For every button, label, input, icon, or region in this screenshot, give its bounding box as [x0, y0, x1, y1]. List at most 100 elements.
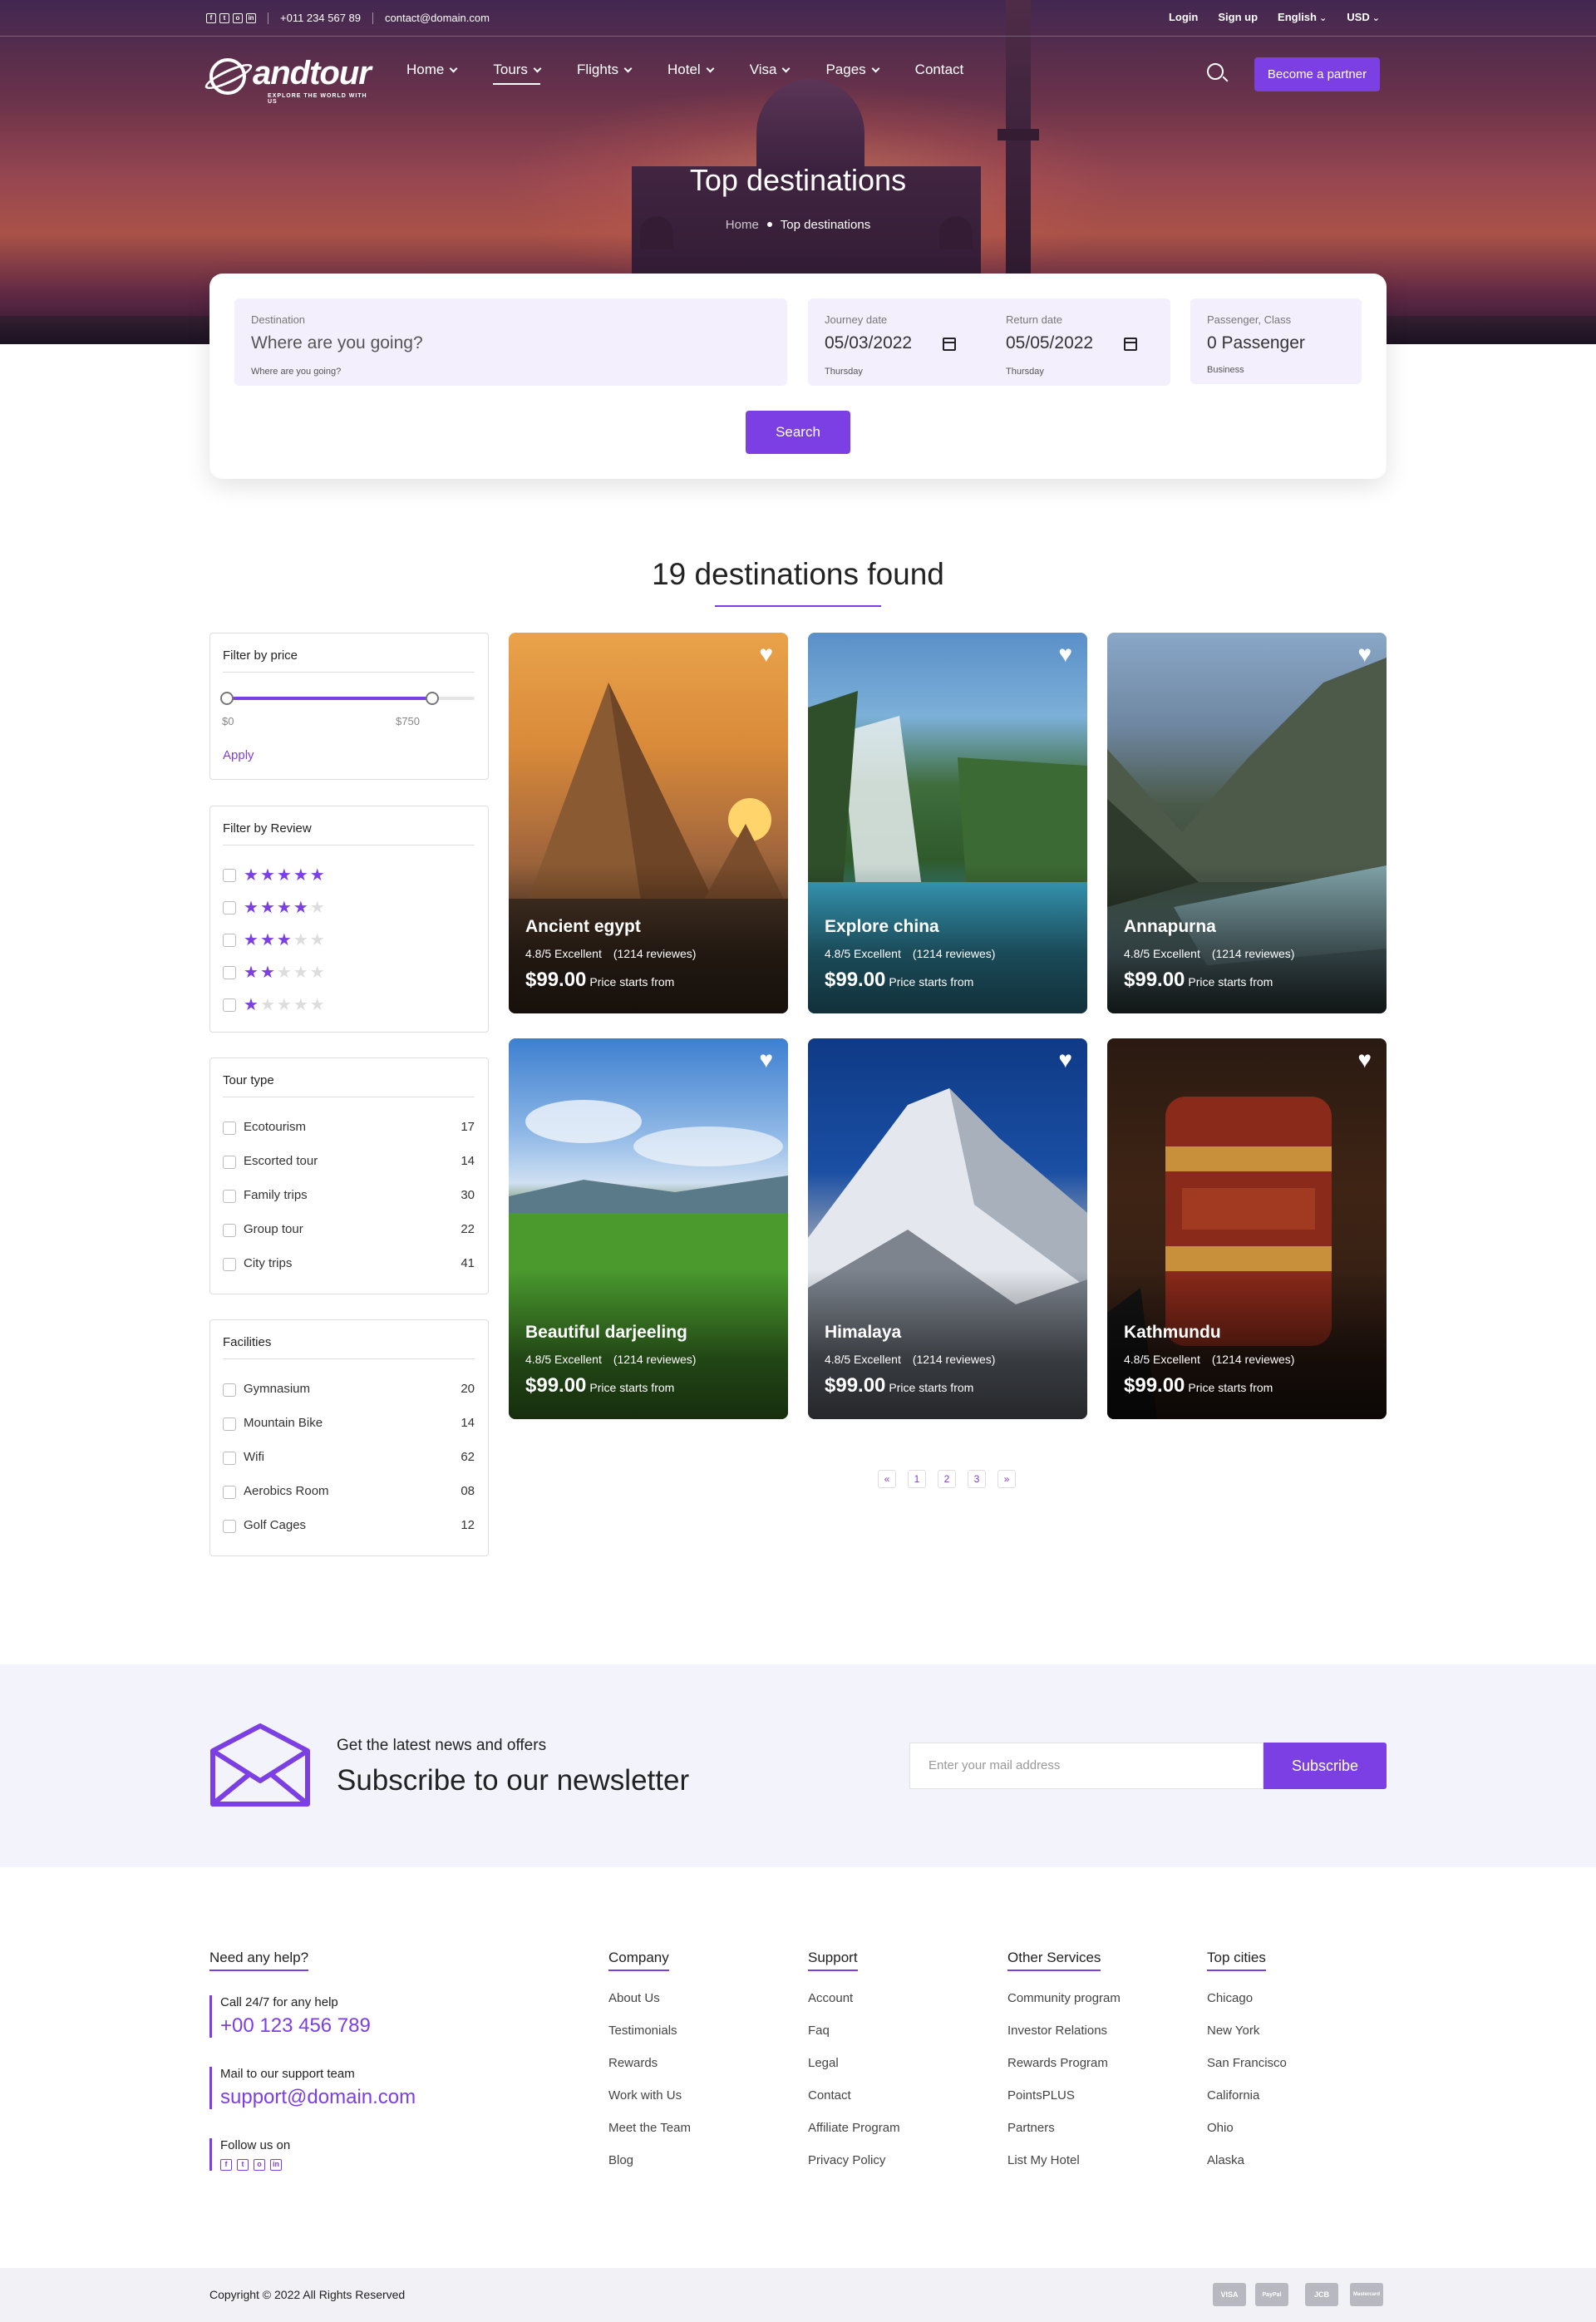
- tour-type-checkbox[interactable]: [223, 1156, 236, 1169]
- search-button[interactable]: Search: [746, 411, 850, 454]
- footer-link[interactable]: Community program: [1007, 1991, 1121, 2005]
- nav-hotel[interactable]: Hotel: [667, 62, 713, 85]
- breadcrumb-current: Top destinations: [780, 218, 871, 232]
- heart-icon[interactable]: ♥: [1357, 643, 1372, 666]
- destination-card[interactable]: ♥ Kathmundu 4.8/5 Excellent (1214 reviewe…: [1107, 1038, 1387, 1419]
- become-partner-button[interactable]: Become a partner: [1254, 57, 1380, 91]
- footer-link[interactable]: PointsPLUS: [1007, 2088, 1075, 2103]
- breadcrumb-home[interactable]: Home: [726, 218, 759, 232]
- footer-link[interactable]: Work with Us: [608, 2088, 682, 2103]
- page-2-button[interactable]: 2: [938, 1470, 956, 1488]
- nav-flights[interactable]: Flights: [577, 62, 631, 85]
- divider: [223, 672, 475, 673]
- currency-select[interactable]: USD: [1347, 11, 1380, 23]
- footer-link[interactable]: Ohio: [1207, 2121, 1234, 2135]
- nav-contact[interactable]: Contact: [915, 62, 964, 85]
- calendar-icon[interactable]: [943, 338, 956, 351]
- footer-link[interactable]: Chicago: [1207, 1991, 1253, 2005]
- review-checkbox[interactable]: [223, 966, 236, 979]
- footer-link[interactable]: Meet the Team: [608, 2121, 691, 2135]
- footer-link[interactable]: San Francisco: [1207, 2056, 1287, 2070]
- footer-link[interactable]: Testimonials: [608, 2024, 677, 2038]
- facebook-icon[interactable]: f: [206, 12, 216, 23]
- signup-link[interactable]: Sign up: [1218, 11, 1258, 23]
- topbar-email[interactable]: contact@domain.com: [385, 12, 490, 24]
- footer-link[interactable]: Account: [808, 1991, 853, 2005]
- help-phone[interactable]: +00 123 456 789: [220, 2014, 371, 2038]
- footer-column-title: Support: [808, 1950, 858, 1971]
- footer-link[interactable]: Privacy Policy: [808, 2153, 885, 2167]
- review-checkbox[interactable]: [223, 901, 236, 915]
- return-date-input[interactable]: 05/05/2022: [1006, 333, 1093, 353]
- subscribe-button[interactable]: Subscribe: [1264, 1743, 1387, 1789]
- destination-input[interactable]: Where are you going?: [251, 333, 423, 353]
- language-select[interactable]: English: [1278, 11, 1327, 23]
- passenger-input[interactable]: 0 Passenger: [1207, 333, 1305, 353]
- calendar-icon[interactable]: [1124, 338, 1137, 351]
- nav-tours[interactable]: Tours: [493, 62, 540, 85]
- price-slider-max-handle[interactable]: [426, 692, 440, 705]
- search-icon[interactable]: [1207, 63, 1224, 80]
- heart-icon[interactable]: ♥: [1058, 1048, 1072, 1072]
- footer-link[interactable]: Investor Relations: [1007, 2024, 1107, 2038]
- topbar-phone[interactable]: +011 234 567 89: [280, 12, 361, 24]
- review-checkbox[interactable]: [223, 934, 236, 947]
- price-slider-min-handle[interactable]: [220, 692, 234, 705]
- review-checkbox[interactable]: [223, 869, 236, 882]
- page-next-button[interactable]: »: [998, 1470, 1016, 1488]
- heart-icon[interactable]: ♥: [1058, 643, 1072, 666]
- passenger-field[interactable]: Passenger, Class 0 Passenger Business: [1190, 298, 1362, 384]
- destination-card[interactable]: ♥ Annapurna 4.8/5 Excellent (1214 reviewe…: [1107, 633, 1387, 1013]
- heart-icon[interactable]: ♥: [759, 1048, 773, 1072]
- facebook-icon[interactable]: f: [220, 2159, 232, 2171]
- facility-checkbox[interactable]: [223, 1417, 236, 1431]
- linkedin-icon[interactable]: in: [270, 2159, 282, 2171]
- footer-link[interactable]: Rewards: [608, 2056, 658, 2070]
- footer-link[interactable]: Rewards Program: [1007, 2056, 1108, 2070]
- nav-home[interactable]: Home: [406, 62, 456, 85]
- facility-checkbox[interactable]: [223, 1520, 236, 1533]
- page-3-button[interactable]: 3: [968, 1470, 986, 1488]
- help-email[interactable]: support@domain.com: [220, 2086, 416, 2109]
- footer-link[interactable]: Legal: [808, 2056, 839, 2070]
- apply-price-button[interactable]: Apply: [223, 748, 254, 762]
- instagram-icon[interactable]: o: [233, 12, 243, 23]
- footer-link[interactable]: Faq: [808, 2024, 830, 2038]
- destination-field[interactable]: Destination Where are you going? Where a…: [234, 298, 787, 386]
- destination-card[interactable]: ♥ Himalaya 4.8/5 Excellent (1214 reviewes…: [808, 1038, 1087, 1419]
- tour-type-checkbox[interactable]: [223, 1224, 236, 1237]
- login-link[interactable]: Login: [1169, 11, 1198, 23]
- facility-checkbox[interactable]: [223, 1486, 236, 1499]
- destination-card[interactable]: ♥ Beautiful darjeeling 4.8/5 Excellent (1…: [509, 1038, 788, 1419]
- page-prev-button[interactable]: «: [878, 1470, 896, 1488]
- heart-icon[interactable]: ♥: [1357, 1048, 1372, 1072]
- journey-date-input[interactable]: 05/03/2022: [825, 333, 912, 353]
- tour-type-checkbox[interactable]: [223, 1190, 236, 1203]
- heart-icon[interactable]: ♥: [759, 643, 773, 666]
- footer-link[interactable]: Alaska: [1207, 2153, 1244, 2167]
- facility-checkbox[interactable]: [223, 1383, 236, 1397]
- twitter-icon[interactable]: t: [237, 2159, 249, 2171]
- tour-type-checkbox[interactable]: [223, 1122, 236, 1135]
- footer-link[interactable]: Contact: [808, 2088, 851, 2103]
- newsletter-email-input[interactable]: Enter your mail address: [909, 1743, 1264, 1789]
- destination-card[interactable]: ♥ Explore china 4.8/5 Excellent (1214 rev…: [808, 633, 1087, 1013]
- brand-logo[interactable]: andtour EXPLORE THE WORLD WITH US: [202, 47, 372, 105]
- footer-link[interactable]: California: [1207, 2088, 1259, 2103]
- linkedin-icon[interactable]: in: [246, 12, 256, 23]
- footer-link[interactable]: Partners: [1007, 2121, 1055, 2135]
- facility-checkbox[interactable]: [223, 1452, 236, 1465]
- footer-link[interactable]: Blog: [608, 2153, 633, 2167]
- instagram-icon[interactable]: o: [254, 2159, 265, 2171]
- review-checkbox[interactable]: [223, 998, 236, 1012]
- nav-pages[interactable]: Pages: [825, 62, 878, 85]
- tour-type-checkbox[interactable]: [223, 1258, 236, 1271]
- footer-link[interactable]: New York: [1207, 2024, 1259, 2038]
- destination-card[interactable]: ♥ Ancient egypt 4.8/5 Excellent (1214 rev…: [509, 633, 788, 1013]
- nav-visa[interactable]: Visa: [750, 62, 790, 85]
- page-1-button[interactable]: 1: [908, 1470, 926, 1488]
- footer-link[interactable]: About Us: [608, 1991, 660, 2005]
- twitter-icon[interactable]: t: [219, 12, 229, 23]
- footer-link[interactable]: List My Hotel: [1007, 2153, 1080, 2167]
- footer-link[interactable]: Affiliate Program: [808, 2121, 900, 2135]
